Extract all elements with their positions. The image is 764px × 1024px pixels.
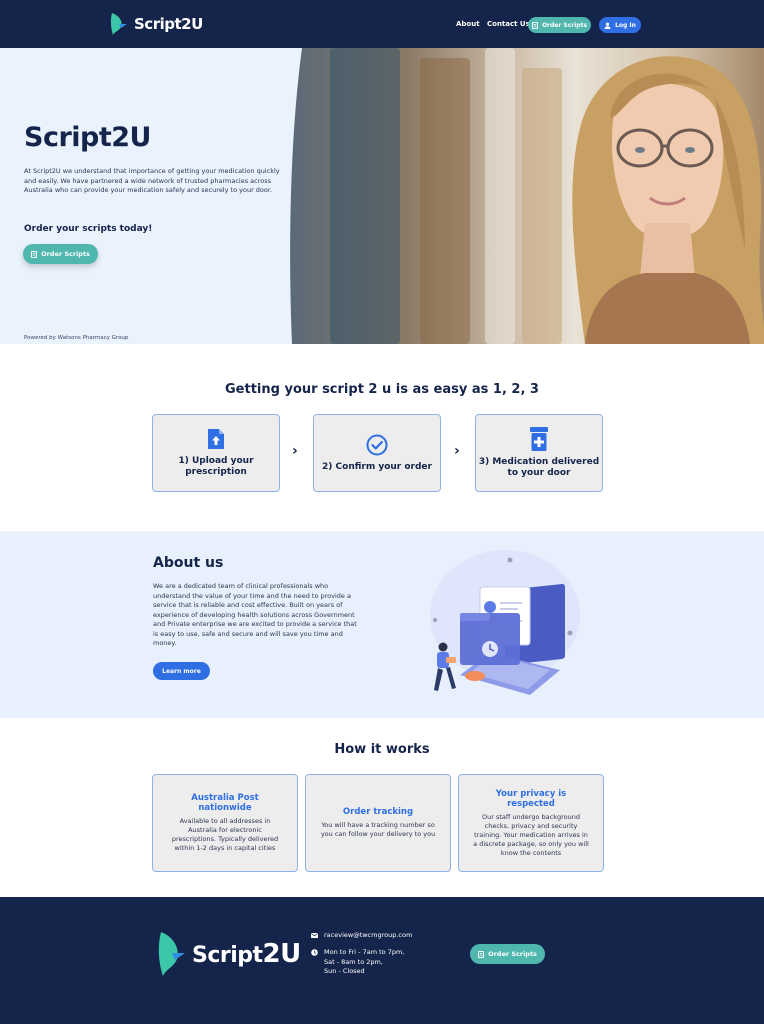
- laptop-documents-illustration: [430, 550, 580, 695]
- feature-card-auspost: Australia Post nationwide Available to a…: [152, 774, 298, 872]
- user-icon: [604, 22, 611, 29]
- about-title: About us: [153, 555, 224, 571]
- logo-text: Script2U: [192, 939, 301, 969]
- hero-title: Script2U: [24, 122, 151, 153]
- step-label: 2) Confirm your order: [322, 461, 432, 472]
- step-label: 1) Upload your prescription: [178, 456, 254, 477]
- leaf-logo-icon: [158, 932, 185, 976]
- chevron-right-icon: ›: [454, 443, 460, 459]
- footer-email[interactable]: raceview@twcmgroup.com: [311, 931, 412, 939]
- card-title: Australia Post nationwide: [191, 793, 259, 813]
- step-card-upload: 1) Upload your prescription: [152, 414, 280, 492]
- file-upload-icon: [208, 429, 224, 449]
- card-body: Our staff undergo background checks, pri…: [473, 812, 589, 857]
- card-title: Order tracking: [342, 807, 414, 817]
- how-it-works-title: How it works: [334, 742, 430, 757]
- card-title: Your privacy is respected: [495, 788, 567, 809]
- step-label: 3) Medication delivered to your door: [478, 457, 600, 478]
- footer-opening-hours: Mon to Fri - 7am to 7pm, Sat - 8am to 2p…: [311, 948, 404, 977]
- card-body: Available to all addresses in Australia …: [171, 817, 279, 852]
- logo-text: Script2U: [134, 15, 203, 33]
- learn-more-button[interactable]: Learn more: [153, 662, 210, 680]
- envelope-icon: [311, 932, 318, 938]
- powered-by-text: Powered by Watsons Pharmacy Group: [24, 335, 129, 341]
- footer-brand-logo[interactable]: Script2U: [158, 931, 301, 977]
- feature-card-privacy: Your privacy is respected Our staff unde…: [458, 774, 604, 872]
- nav-order-scripts-button[interactable]: Order Scripts: [528, 17, 591, 33]
- brand-logo[interactable]: Script2U: [110, 12, 203, 36]
- hero-order-scripts-button[interactable]: Order Scripts: [23, 244, 98, 264]
- card-body: You will have a tracking number so you c…: [320, 821, 436, 838]
- document-icon: [478, 950, 485, 958]
- hero-section: Script2U At Script2U we understand that …: [0, 48, 764, 344]
- feature-card-tracking: Order tracking You will have a tracking …: [305, 774, 451, 872]
- leaf-logo-icon: [110, 13, 127, 35]
- hero-curve-shape: [0, 48, 302, 344]
- clock-icon: [311, 949, 318, 956]
- nav-login-button[interactable]: Log In: [599, 17, 641, 33]
- top-navbar: Script2U About Contact Us Order Scripts …: [0, 0, 764, 48]
- document-icon: [31, 250, 38, 258]
- footer-order-scripts-button[interactable]: Order Scripts: [470, 944, 545, 964]
- nav-link-contact[interactable]: Contact Us: [487, 20, 530, 28]
- about-description: We are a dedicated team of clinical prof…: [153, 582, 357, 647]
- hours-sunday: Sun - Closed: [324, 967, 365, 975]
- medicine-bottle-icon: [530, 427, 548, 451]
- chevron-right-icon: ›: [292, 443, 298, 459]
- hero-description: At Script2U we understand that importanc…: [24, 167, 280, 194]
- document-icon: [531, 21, 538, 29]
- step-card-confirm: 2) Confirm your order: [313, 414, 441, 492]
- check-circle-icon: [366, 434, 388, 455]
- hours-weekday: Mon to Fri - 7am to 7pm,: [324, 948, 405, 956]
- footer: Script2U raceview@twcmgroup.com Mon to F…: [0, 897, 764, 1024]
- steps-section-title: Getting your script 2 u is as easy as 1,…: [225, 382, 539, 397]
- hours-saturday: Sat - 8am to 2pm,: [324, 957, 383, 966]
- step-card-delivery: 3) Medication delivered to your door: [475, 414, 603, 492]
- about-section: Learn more: [0, 531, 764, 718]
- nav-link-about[interactable]: About: [456, 20, 480, 28]
- hero-cta-text: Order your scripts today!: [24, 224, 153, 234]
